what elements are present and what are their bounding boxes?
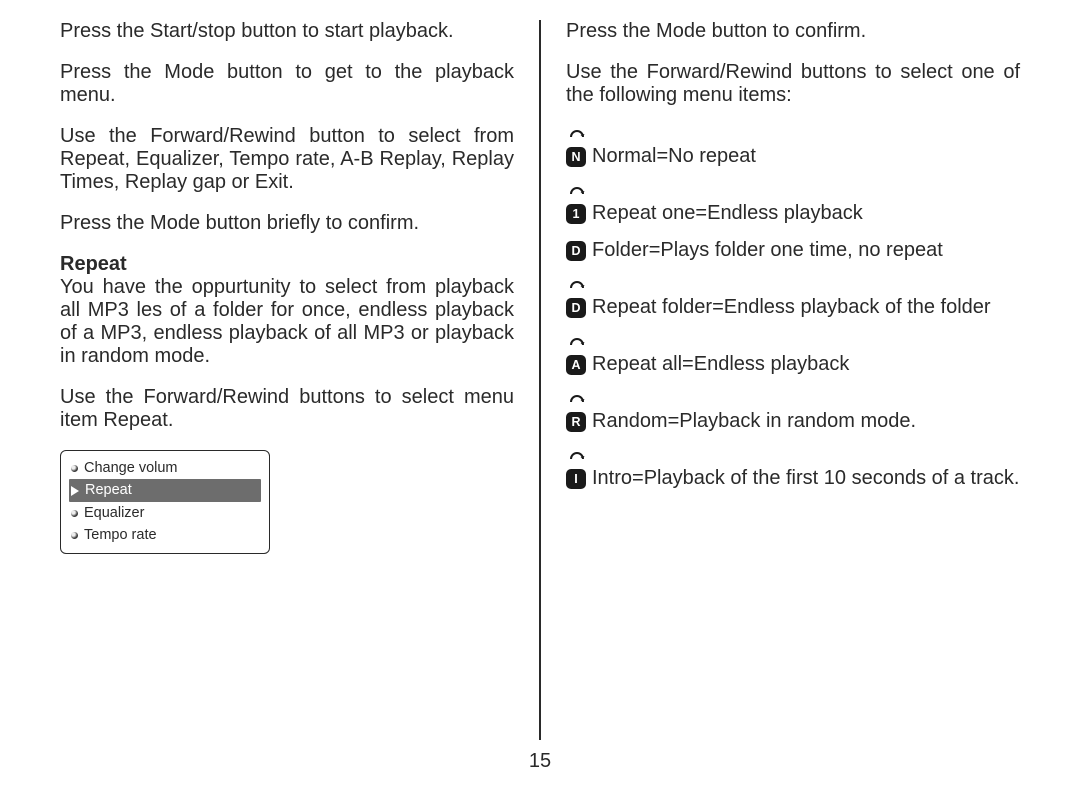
- paragraph: Use the Forward/Rewind buttons to select…: [60, 386, 514, 432]
- repeat-heading: Repeat: [60, 253, 514, 276]
- menu-box: Change volum Repeat Equalizer Tempo rate: [60, 450, 270, 554]
- mode-description: Repeat all=Endless playback: [592, 353, 1020, 376]
- repeat-arc-icon: [568, 182, 586, 200]
- repeat-mode-item: D Repeat folder=Endless playback of the f…: [566, 276, 1020, 319]
- repeat-mode-item: R Random=Playback in random mode.: [566, 390, 1020, 433]
- menu-item-tempo-rate: Tempo rate: [69, 524, 261, 546]
- mode-description: Folder=Plays folder one time, no repeat: [592, 239, 1020, 262]
- menu-item-repeat: Repeat: [69, 479, 261, 501]
- menu-item-label: Tempo rate: [84, 524, 157, 546]
- mode-badge: I: [566, 469, 586, 489]
- paragraph: Press the Mode button to confirm.: [566, 20, 1020, 43]
- paragraph: Use the Forward/Rewind buttons to select…: [566, 61, 1020, 107]
- mode-badge: N: [566, 147, 586, 167]
- repeat-mode-item: A Repeat all=Endless playback: [566, 333, 1020, 376]
- repeat-mode-item: I Intro=Playback of the first 10 seconds …: [566, 447, 1020, 490]
- repeat-arc-icon: [568, 447, 586, 465]
- mode-badge: D: [566, 241, 586, 261]
- mode-description: Intro=Playback of the first 10 seconds o…: [592, 467, 1020, 490]
- repeat-mode-item: N Normal=No repeat: [566, 125, 1020, 168]
- menu-item-equalizer: Equalizer: [69, 502, 261, 524]
- repeat-arc-icon: [568, 333, 586, 351]
- repeat-mode-item: D Folder=Plays folder one time, no repeat: [566, 239, 1020, 262]
- paragraph: Press the Mode button briefly to confirm…: [60, 212, 514, 235]
- repeat-arc-icon: [568, 125, 586, 143]
- paragraph: Use the Forward/Rewind button to select …: [60, 125, 514, 194]
- bullet-icon: [71, 465, 78, 472]
- mode-badge: 1: [566, 204, 586, 224]
- arrow-right-icon: [71, 486, 79, 496]
- mode-badge: D: [566, 298, 586, 318]
- mode-badge: R: [566, 412, 586, 432]
- menu-item-label: Equalizer: [84, 502, 144, 524]
- repeat-arc-icon: [568, 276, 586, 294]
- mode-badge: A: [566, 355, 586, 375]
- mode-description: Normal=No repeat: [592, 145, 1020, 168]
- right-column: Press the Mode button to confirm. Use th…: [541, 20, 1020, 740]
- mode-description: Repeat folder=Endless playback of the fo…: [592, 296, 1020, 319]
- mode-description: Repeat one=Endless playback: [592, 202, 1020, 225]
- menu-item-label: Change volum: [84, 457, 178, 479]
- menu-item-change-volum: Change volum: [69, 457, 261, 479]
- bullet-icon: [71, 510, 78, 517]
- repeat-mode-item: 1 Repeat one=Endless playback: [566, 182, 1020, 225]
- bullet-icon: [71, 532, 78, 539]
- mode-description: Random=Playback in random mode.: [592, 410, 1020, 433]
- paragraph: Press the Mode button to get to the play…: [60, 61, 514, 107]
- page-number: 15: [0, 750, 1080, 773]
- paragraph: Press the Start/stop button to start pla…: [60, 20, 514, 43]
- paragraph: You have the oppurtunity to select from …: [60, 276, 514, 368]
- menu-item-label: Repeat: [85, 479, 132, 501]
- left-column: Press the Start/stop button to start pla…: [60, 20, 539, 740]
- repeat-arc-icon: [568, 390, 586, 408]
